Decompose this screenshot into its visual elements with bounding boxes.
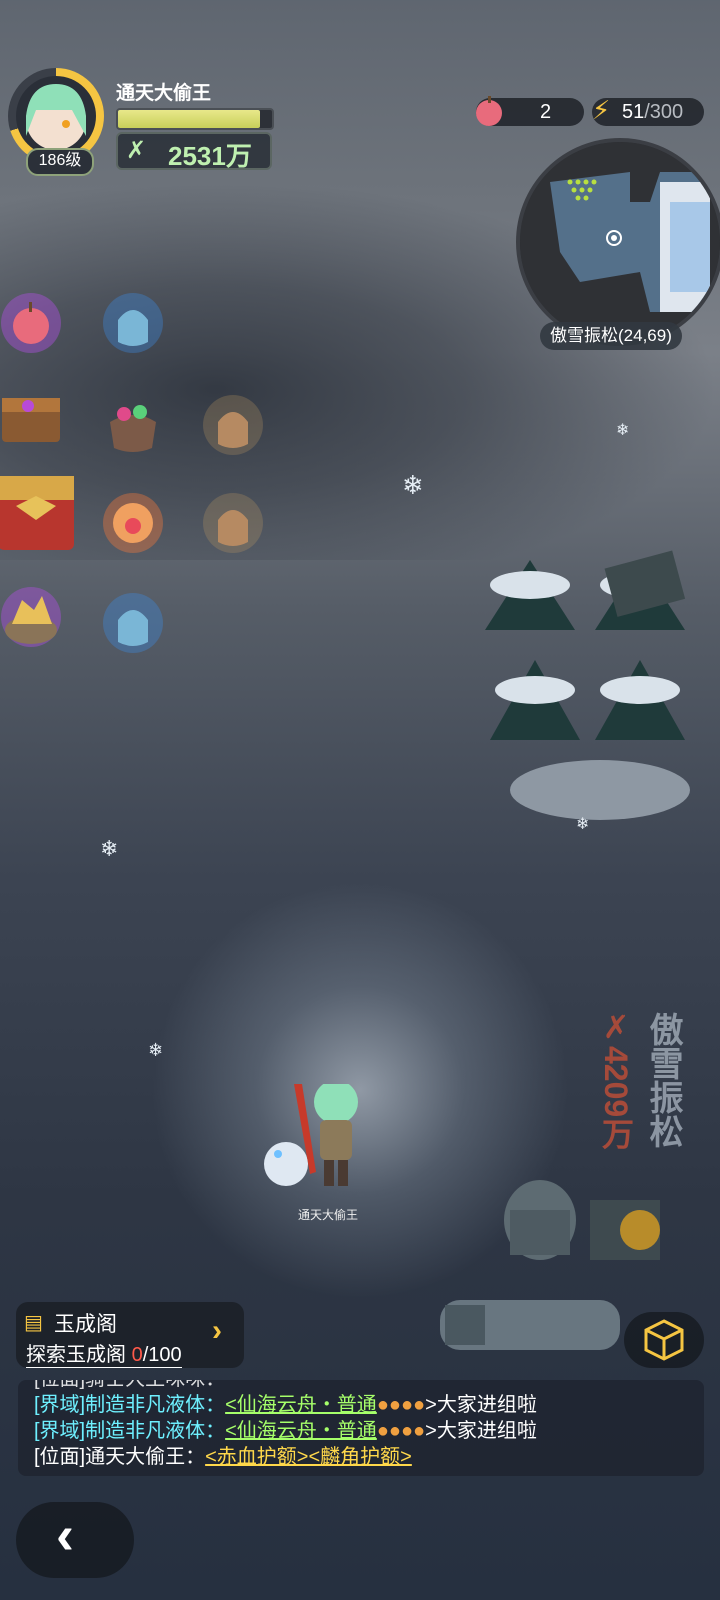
team-badges-icon: ●●●● (376, 1394, 426, 1416)
avatar-portrait (26, 84, 86, 150)
avatar[interactable] (16, 76, 96, 156)
chat-line: [位面]通天大偷王：<赤血护额><麟角护额> (34, 1446, 412, 1468)
combat-power-box: ✗ 2531万 (116, 132, 272, 171)
treasure-chest-icon[interactable] (0, 384, 64, 450)
apple-counter[interactable]: 2 (476, 96, 584, 126)
area-power: ✗4209万 (598, 1008, 634, 1150)
player-character[interactable] (256, 1080, 376, 1204)
energy-counter[interactable]: ⚡ 51/300 (592, 95, 704, 126)
chat-link[interactable]: <仙海云舟・普通 (225, 1394, 377, 1416)
apple-count: 2 (540, 101, 552, 123)
combat-power-icon: ✗ (126, 137, 147, 164)
chat-line: [位面]骑士大王咪咪： (18, 1380, 704, 1392)
chat-line: [界域]制造非凡液体：<仙海云舟・普通●●●●>大家进组啦 (34, 1420, 537, 1442)
fallen-pillar (440, 1300, 620, 1350)
snowflake-icon: ❄ (576, 816, 590, 833)
quest-scroll-icon: ▤ (24, 1312, 43, 1334)
player-name: 通天大偷王 (116, 83, 212, 104)
chevron-left-icon: ‹ (56, 1505, 74, 1565)
blue-pouch-icon[interactable] (100, 290, 166, 356)
quest-tracker[interactable]: ▤ 玉成阁 探索玉成阁 0/100 › (16, 1302, 244, 1368)
brown-pouch-icon[interactable] (200, 392, 266, 458)
level-badge: 186级 (26, 148, 94, 176)
cube-icon (644, 1319, 684, 1361)
chevron-right-icon: › (212, 1314, 222, 1347)
snowflake-icon: ❄ (100, 836, 119, 861)
gold-ore-basket-icon[interactable] (0, 584, 64, 650)
snowy-trees (485, 550, 690, 820)
inventory-cube-button[interactable] (624, 1312, 704, 1368)
hp-bar-fill (118, 110, 260, 128)
blue-pouch-icon[interactable] (100, 590, 166, 656)
chat-link[interactable]: <仙海云舟・普通 (225, 1420, 377, 1442)
quest-description: 探索玉成阁 0/100 (26, 1338, 182, 1368)
apple-item-icon[interactable] (0, 290, 64, 356)
chat-panel[interactable]: [位面]骑士大王咪咪： [界域]制造非凡液体：<仙海云舟・普通●●●●>大家进组… (18, 1380, 704, 1476)
minimap-terrain (520, 142, 720, 342)
snowflake-icon: ❄ (148, 1040, 164, 1060)
character-name-label: 通天大偷王 (298, 1208, 359, 1222)
minimap-location-label: 傲雪振松(24,69) (540, 322, 682, 350)
snowflake-icon: ❄ (402, 470, 424, 500)
golden-chest-icon[interactable] (0, 466, 78, 554)
chat-link[interactable]: <赤血护额><麟角护额> (205, 1446, 412, 1468)
paw-medal-icon[interactable] (100, 490, 166, 556)
chat-line: [界域]制造非凡液体：<仙海云舟・普通●●●●>大家进组啦 (34, 1394, 537, 1416)
brown-pouch-icon[interactable] (200, 490, 266, 556)
character-sprite (264, 1080, 358, 1186)
combat-power-value: 2531万 (168, 141, 252, 171)
power-icon: ✗ (598, 1008, 634, 1046)
quest-title: 玉成阁 (54, 1313, 117, 1336)
apple-icon (476, 96, 502, 126)
snowflake-icon: ❄ (616, 422, 630, 439)
area-name-vertical: 傲雪振松 (644, 1012, 682, 1148)
energy-value: 51/300 (622, 101, 684, 123)
minimap[interactable] (516, 138, 720, 346)
back-button[interactable]: ‹ (16, 1502, 134, 1578)
lightning-icon: ⚡ (592, 95, 611, 125)
team-badges-icon: ●●●● (376, 1420, 426, 1442)
hp-bar (116, 108, 274, 130)
gem-sack-icon[interactable] (100, 392, 166, 458)
